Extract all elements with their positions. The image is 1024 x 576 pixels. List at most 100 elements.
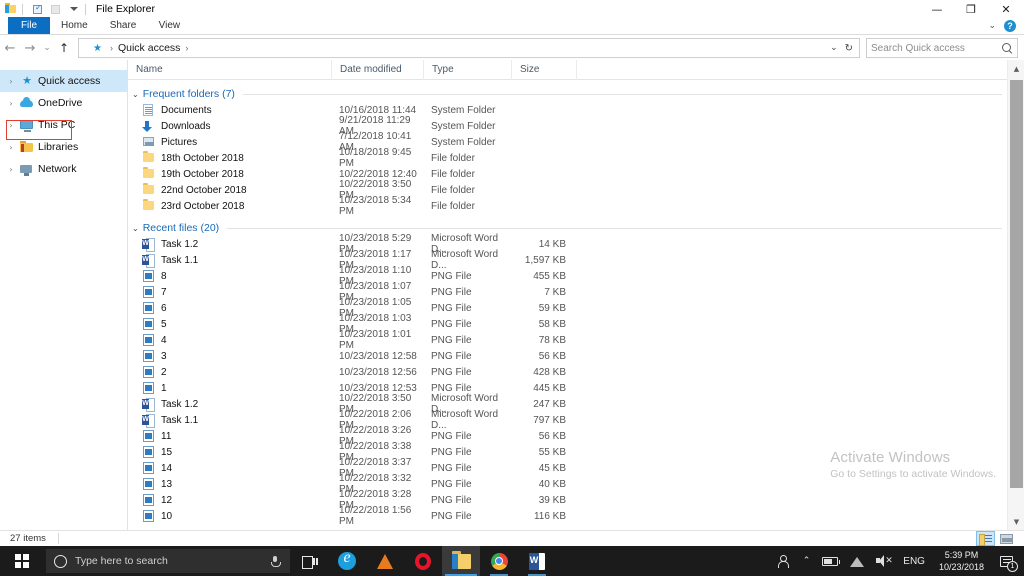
address-dropdown-icon[interactable]: ⌄: [830, 43, 838, 53]
expand-chevron-icon[interactable]: ›: [4, 77, 18, 86]
search-box[interactable]: Search Quick access: [866, 38, 1018, 58]
file-row[interactable]: 12 10/22/2018 3:28 PM PNG File 39 KB: [128, 489, 1024, 511]
taskbar-app-opera[interactable]: [404, 546, 442, 576]
sidebar-item-network[interactable]: › Network: [0, 158, 127, 180]
file-row[interactable]: 3 10/23/2018 12:58 PNG File 56 KB: [128, 348, 1024, 364]
sidebar-item-quick-access[interactable]: › ★ Quick access: [0, 70, 127, 92]
png-icon: [142, 270, 156, 282]
search-input[interactable]: Search Quick access: [871, 43, 1002, 54]
breadcrumb[interactable]: ★ › Quick access › ⌄ ↻: [78, 38, 860, 58]
file-row[interactable]: 11 10/22/2018 3:26 PM PNG File 56 KB: [128, 425, 1024, 447]
details-view-icon[interactable]: [976, 531, 995, 546]
folder-icon: [142, 183, 156, 196]
column-header-name[interactable]: Name: [128, 60, 331, 80]
minimize-button[interactable]: —: [920, 0, 954, 18]
word-icon: [142, 398, 156, 412]
tab-home[interactable]: Home: [50, 17, 99, 34]
file-row[interactable]: Task 1.110/22/2018 2:06 PMMicrosoft Word…: [128, 409, 1024, 431]
file-row[interactable]: 7 10/23/2018 1:07 PM PNG File 7 KB: [128, 281, 1024, 303]
battery-icon[interactable]: [816, 546, 844, 576]
file-row[interactable]: 5 10/23/2018 1:03 PM PNG File 58 KB: [128, 313, 1024, 335]
file-name: Task 1.1: [161, 254, 199, 266]
taskbar-app-file-explorer[interactable]: [442, 546, 480, 576]
file-row[interactable]: 23rd October 2018 10/23/2018 5:34 PM File …: [128, 195, 1024, 217]
properties-icon[interactable]: [30, 2, 45, 16]
column-header-date-modified[interactable]: Date modified: [331, 60, 423, 80]
column-header-size[interactable]: Size: [511, 60, 576, 80]
cortana-icon[interactable]: [54, 554, 67, 568]
sidebar-item-onedrive[interactable]: › OneDrive: [0, 92, 127, 114]
help-icon[interactable]: ?: [1004, 19, 1016, 32]
file-type: PNG File: [431, 350, 472, 362]
up-button[interactable]: ↑: [54, 38, 74, 58]
column-header-empty[interactable]: [576, 60, 636, 80]
expand-chevron-icon[interactable]: ›: [4, 165, 18, 174]
file-row[interactable]: 19th October 2018 10/22/2018 12:40 File fo…: [128, 166, 1024, 182]
file-row[interactable]: 18th October 2018 10/18/2018 9:45 PM File …: [128, 147, 1024, 169]
file-row[interactable]: 4 10/23/2018 1:01 PM PNG File 78 KB: [128, 329, 1024, 351]
file-row[interactable]: Pictures 7/12/2018 10:41 AM System Folder: [128, 131, 1024, 153]
close-button[interactable]: ✕: [988, 0, 1024, 18]
taskbar-app-microsoft-edge[interactable]: [328, 546, 366, 576]
language-indicator[interactable]: ENG: [897, 546, 931, 576]
chevron-down-icon[interactable]: ⌄: [132, 90, 139, 99]
chevron-down-icon[interactable]: ⌄: [132, 224, 139, 233]
back-button[interactable]: ←: [0, 38, 20, 58]
group-header[interactable]: ⌄ Recent files (20): [128, 220, 1024, 236]
file-size: 1,597 KB: [524, 254, 566, 266]
file-row[interactable]: 1 10/23/2018 12:53 PNG File 445 KB: [128, 380, 1024, 396]
wifi-icon[interactable]: [844, 546, 870, 576]
group-header[interactable]: ⌄ Frequent folders (7): [128, 86, 1024, 102]
file-row[interactable]: 10 10/22/2018 1:56 PM PNG File 116 KB: [128, 505, 1024, 527]
file-size: 78 KB: [538, 334, 566, 346]
vertical-scrollbar[interactable]: ▲ ▼: [1007, 60, 1024, 530]
tab-file[interactable]: File: [8, 17, 50, 34]
taskbar-search-input[interactable]: Type here to search: [75, 555, 268, 567]
taskbar-search-box[interactable]: Type here to search: [46, 549, 290, 573]
sidebar-item-this-pc[interactable]: › This PC: [0, 114, 127, 136]
file-row[interactable]: 22nd October 2018 10/22/2018 3:50 PM File …: [128, 179, 1024, 201]
sidebar-item-libraries[interactable]: › Libraries: [0, 136, 127, 158]
clock[interactable]: 5:39 PM 10/23/2018: [931, 546, 992, 576]
tab-share[interactable]: Share: [99, 17, 148, 34]
breadcrumb-separator-trailing[interactable]: ›: [185, 43, 188, 53]
taskbar-app-microsoft-word[interactable]: [518, 546, 556, 576]
file-size: 14 KB: [538, 238, 566, 250]
file-row[interactable]: Task 1.210/22/2018 3:50 PMMicrosoft Word…: [128, 393, 1024, 415]
file-row[interactable]: Documents 10/16/2018 11:44 System Folder: [128, 102, 1024, 118]
show-hidden-icons-chevron-icon[interactable]: ⌃: [797, 546, 817, 576]
file-name: Task 1.2: [161, 398, 199, 410]
scroll-up-button[interactable]: ▲: [1008, 60, 1024, 77]
breadcrumb-quick-access[interactable]: Quick access: [118, 42, 180, 54]
customize-caret-icon[interactable]: [66, 2, 81, 16]
file-row[interactable]: 8 10/23/2018 1:10 PM PNG File 455 KB: [128, 265, 1024, 287]
scroll-down-button[interactable]: ▼: [1008, 513, 1024, 530]
forward-button[interactable]: →: [20, 38, 40, 58]
recent-locations-icon[interactable]: ⌄: [40, 38, 54, 58]
file-row[interactable]: Task 1.110/23/2018 1:17 PMMicrosoft Word…: [128, 249, 1024, 271]
chevron-down-icon[interactable]: ⌄: [988, 21, 996, 31]
new-folder-icon[interactable]: [48, 2, 63, 16]
taskbar-app-vlc[interactable]: [366, 546, 404, 576]
scrollbar-thumb[interactable]: [1010, 80, 1023, 488]
start-button[interactable]: [0, 546, 44, 576]
folder-icon[interactable]: [3, 2, 18, 16]
file-row[interactable]: 6 10/23/2018 1:05 PM PNG File 59 KB: [128, 297, 1024, 319]
task-view-button[interactable]: [290, 546, 328, 576]
expand-chevron-icon[interactable]: ›: [4, 143, 18, 152]
notification-center-button[interactable]: 1: [992, 546, 1020, 576]
file-row[interactable]: Task 1.210/23/2018 5:29 PMMicrosoft Word…: [128, 233, 1024, 255]
speaker-muted-icon[interactable]: ✕: [870, 546, 897, 576]
column-header-type[interactable]: Type: [423, 60, 511, 80]
tab-view[interactable]: View: [147, 17, 191, 34]
expand-chevron-icon[interactable]: ›: [4, 99, 18, 108]
people-icon[interactable]: [772, 546, 797, 576]
file-row[interactable]: 2 10/23/2018 12:56 PNG File 428 KB: [128, 364, 1024, 380]
microphone-icon[interactable]: [268, 554, 282, 568]
taskbar-app-google-chrome[interactable]: [480, 546, 518, 576]
refresh-icon[interactable]: ↻: [845, 43, 853, 54]
file-row[interactable]: Downloads 9/21/2018 11:29 AM System Folder: [128, 115, 1024, 137]
expand-chevron-icon[interactable]: ›: [4, 121, 18, 130]
restore-button[interactable]: ❐: [954, 0, 988, 18]
large-icons-view-icon[interactable]: [997, 531, 1016, 546]
